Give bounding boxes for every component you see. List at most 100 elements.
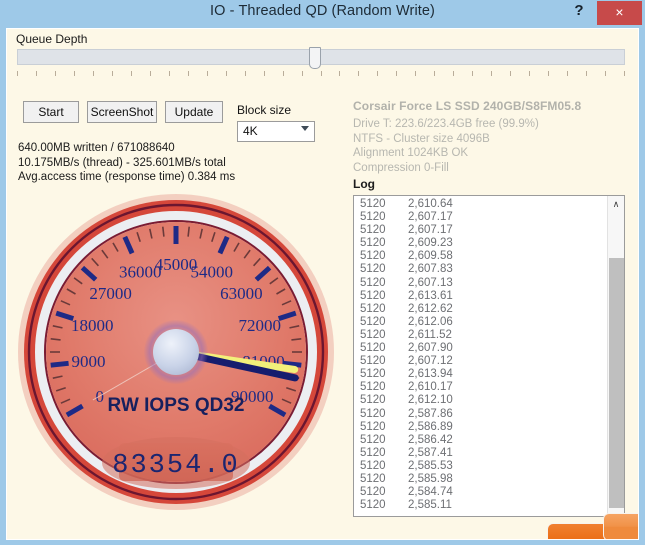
log-row[interactable]: 5120 2,613.94 <box>354 368 606 381</box>
log-row[interactable]: 5120 2,586.89 <box>354 421 606 434</box>
chevron-down-icon <box>301 126 309 131</box>
log-list[interactable]: 5120 2,610.64 5120 2,607.17 5120 2,607.17 5120… <box>353 195 625 517</box>
slider-tick <box>73 71 75 76</box>
slider-thumb[interactable] <box>308 47 321 69</box>
slider-tick <box>35 71 37 76</box>
start-button[interactable]: Start <box>23 101 79 123</box>
drive-model-title: Corsair Force LS SSD 240GB/S8FM05.8 <box>353 99 582 113</box>
slider-tick <box>17 71 18 76</box>
iops-gauge: 0900018000270003600045000540006300072000… <box>15 191 337 513</box>
log-cell-size: 5120 <box>360 420 386 433</box>
slider-tick <box>567 71 569 76</box>
slider-ticks <box>17 71 625 79</box>
log-cell-size: 5120 <box>360 328 386 341</box>
log-cell-size: 5120 <box>360 486 386 499</box>
gauge-tick-label: 9000 <box>72 352 106 371</box>
log-row[interactable]: 5120 2,587.86 <box>354 408 606 421</box>
gauge-title: RW IOPS QD32 <box>108 395 245 416</box>
log-cell-size: 5120 <box>360 472 386 485</box>
log-cell-size: 5120 <box>360 433 386 446</box>
log-row[interactable]: 5120 2,612.10 <box>354 394 606 407</box>
slider-tick <box>187 71 189 76</box>
drive-capacity-line: Drive T: 223.6/223.4GB free (99.9%) <box>353 118 539 130</box>
log-cell-size: 5120 <box>360 224 386 237</box>
lcd-value: 83354.0 <box>112 451 239 481</box>
log-row[interactable]: 5120 2,607.83 <box>354 263 606 276</box>
log-row[interactable]: 5120 2,607.17 <box>354 211 606 224</box>
slider-tick <box>377 71 379 76</box>
log-cell-value: 2,586.42 <box>408 433 453 446</box>
slider-tick <box>415 71 417 76</box>
slider-tick <box>320 71 322 76</box>
log-cell-value: 2,609.58 <box>408 250 453 263</box>
log-row[interactable]: 5120 2,611.52 <box>354 329 606 342</box>
gauge-tick-label: 63000 <box>220 284 263 303</box>
log-cell-value: 2,609.23 <box>408 237 453 250</box>
slider-tick <box>586 71 588 76</box>
slider-tick <box>130 71 132 76</box>
slider-tick <box>168 71 170 76</box>
screenshot-button[interactable]: ScreenShot <box>87 101 157 123</box>
log-row[interactable]: 5120 2,585.53 <box>354 460 606 473</box>
log-cell-size: 5120 <box>360 211 386 224</box>
scrollbar-thumb[interactable] <box>609 258 624 508</box>
gauge-minor-tick <box>50 338 61 341</box>
log-row[interactable]: 5120 2,613.61 <box>354 290 606 303</box>
stats-line-access-time: Avg.access time (response time) 0.384 ms <box>18 171 236 183</box>
log-row[interactable]: 5120 2,612.62 <box>354 303 606 316</box>
stats-text: 640.00MB written / 671088640 10.175MB/s … <box>18 141 348 185</box>
log-cell-value: 2,585.98 <box>408 472 453 485</box>
log-cell-size: 5120 <box>360 263 386 276</box>
scroll-up-icon[interactable]: ∧ <box>608 196 624 213</box>
log-row[interactable]: 5120 2,607.13 <box>354 277 606 290</box>
slider-tick <box>225 71 227 76</box>
slider-track[interactable] <box>17 49 625 65</box>
stats-line-throughput: 10.175MB/s (thread) - 325.601MB/s total <box>18 156 226 169</box>
slider-tick <box>624 71 625 76</box>
log-row[interactable]: 5120 2,587.41 <box>354 447 606 460</box>
gauge-hub <box>153 329 199 375</box>
close-button[interactable]: × <box>597 1 642 25</box>
log-cell-value: 2,587.41 <box>408 446 453 459</box>
slider-tick <box>358 71 360 76</box>
log-cell-value: 2,613.61 <box>408 289 453 302</box>
log-row[interactable]: 5120 2,607.17 <box>354 224 606 237</box>
log-cell-value: 2,611.52 <box>408 328 452 341</box>
log-cell-size: 5120 <box>360 394 386 407</box>
slider-tick <box>339 71 341 76</box>
log-cell-size: 5120 <box>360 289 386 302</box>
help-button[interactable]: ? <box>566 0 592 24</box>
log-row[interactable]: 5120 2,612.06 <box>354 316 606 329</box>
gauge-minor-tick <box>187 226 190 237</box>
slider-tick <box>510 71 512 76</box>
log-row[interactable]: 5120 2,609.23 <box>354 237 606 250</box>
log-cell-value: 2,613.94 <box>408 368 453 381</box>
log-cell-size: 5120 <box>360 355 386 368</box>
log-scrollbar[interactable]: ∧ <box>607 196 624 516</box>
log-row[interactable]: 5120 2,610.64 <box>354 198 606 211</box>
log-row[interactable]: 5120 2,607.90 <box>354 342 606 355</box>
slider-tick <box>263 71 265 76</box>
logo-block-secondary <box>603 513 638 539</box>
log-cell-value: 2,607.17 <box>408 211 453 224</box>
log-cell-value: 2,586.89 <box>408 420 453 433</box>
log-row[interactable]: 5120 2,585.98 <box>354 473 606 486</box>
log-row[interactable]: 5120 2,609.58 <box>354 250 606 263</box>
update-button[interactable]: Update <box>165 101 223 123</box>
log-row[interactable]: 5120 2,585.11 <box>354 499 606 512</box>
slider-tick <box>453 71 455 76</box>
log-cell-size: 5120 <box>360 499 386 512</box>
log-cell-size: 5120 <box>360 381 386 394</box>
log-cell-size: 5120 <box>360 446 386 459</box>
queue-depth-slider[interactable] <box>17 47 625 89</box>
log-row[interactable]: 5120 2,610.17 <box>354 381 606 394</box>
log-row[interactable]: 5120 2,586.42 <box>354 434 606 447</box>
block-size-select[interactable]: 4K <box>237 121 315 142</box>
gauge-tick-label: 72000 <box>238 316 281 335</box>
log-cell-size: 5120 <box>360 302 386 315</box>
slider-tick <box>529 71 531 76</box>
log-row[interactable]: 5120 2,584.74 <box>354 486 606 499</box>
log-cell-value: 2,607.12 <box>408 355 453 368</box>
log-row[interactable]: 5120 2,607.12 <box>354 355 606 368</box>
gauge-minor-tick <box>162 226 165 237</box>
